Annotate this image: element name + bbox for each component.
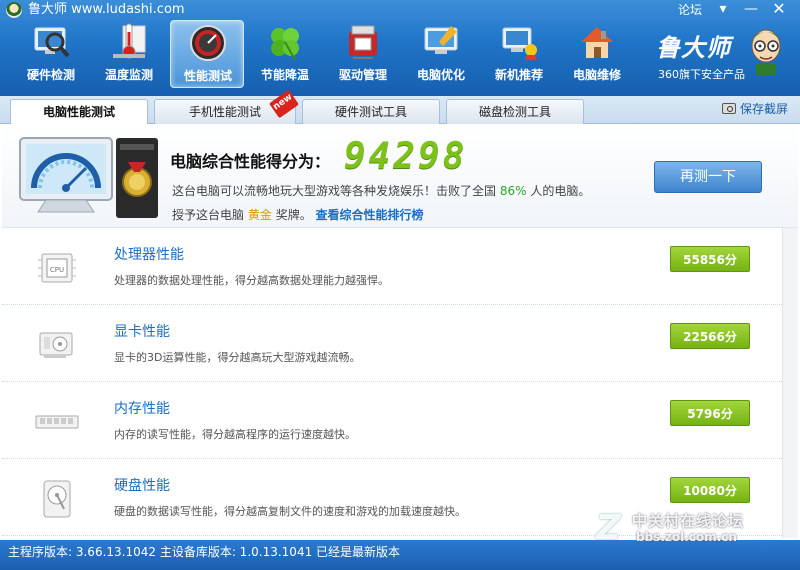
medal-text: 黄金 — [247, 208, 272, 222]
tool-label: 电脑维修 — [572, 68, 621, 82]
tool-new-pc-recommend[interactable]: 新机推荐 — [482, 20, 556, 88]
toolbar-area: 鲁大师 www.ludashi.com 论坛 ▾ — ✕ 硬件检测 温度监测 性… — [0, 0, 800, 96]
watermark-url: bbs.zol.com.cn — [636, 530, 737, 544]
beat-percent: 86% — [499, 184, 527, 198]
hard-disk-icon — [43, 480, 71, 518]
tool-pc-repair[interactable]: 电脑维修 — [560, 20, 634, 88]
tab-disk-tools[interactable]: 磁盘检测工具 — [446, 99, 584, 124]
computer-gauge-icon — [19, 137, 158, 218]
version-status: 主程序版本: 3.66.13.1042 主设备库版本: 1.0.13.1041 … — [8, 545, 401, 559]
memory-icon — [35, 415, 79, 429]
row-description: 显卡的3D运算性能，得分越高玩大型游戏越流畅。 — [114, 351, 361, 364]
clover-icon — [271, 28, 299, 61]
row-description: 硬盘的数据读写性能，得分越高复制文件的速度和游戏的加载速度越快。 — [114, 505, 466, 518]
tool-label: 新机推荐 — [494, 68, 543, 82]
row-description: 处理器的数据处理性能，得分越高数据处理能力越强悍。 — [114, 274, 389, 287]
tab-strip: 电脑性能测试 手机性能测试 硬件测试工具 磁盘检测工具 — [0, 96, 800, 125]
watermark: Z 中关村在线论坛 bbs.zol.com.cn — [596, 506, 796, 548]
tool-label: 性能测试 — [183, 69, 232, 83]
menu-dropdown-button[interactable]: ▾ — [712, 0, 734, 20]
mascot-icon — [751, 29, 781, 76]
ranking-link[interactable]: 查看综合性能排行榜 — [316, 208, 424, 222]
row-title[interactable]: 硬盘性能 — [114, 475, 170, 495]
repair-house-icon — [581, 27, 613, 58]
minimize-button[interactable]: — — [740, 0, 762, 20]
list-item: 内存性能 内存的读写性能，得分越高程序的运行速度越快。 5796分 — [2, 382, 782, 459]
scrollbar[interactable] — [782, 228, 798, 538]
tool-label: 电脑优化 — [416, 68, 465, 82]
tool-performance-test[interactable]: 性能测试 — [170, 20, 244, 88]
tool-energy-saving[interactable]: 节能降温 — [248, 20, 322, 88]
score-label: 电脑综合性能得分为： — [170, 152, 331, 171]
row-score: 22566分 — [670, 323, 750, 349]
cpu-icon: CPU — [38, 253, 76, 283]
brand-subtitle: 360旗下安全产品 — [658, 68, 745, 81]
optimize-monitor-icon — [424, 26, 458, 54]
title-bar: 鲁大师 www.ludashi.com 论坛 ▾ — ✕ — [0, 0, 800, 20]
tab-pc-performance[interactable]: 电脑性能测试 — [10, 99, 148, 125]
camera-icon — [722, 103, 736, 114]
award-prefix: 授予这台电脑 — [172, 208, 245, 222]
svg-text:CPU: CPU — [50, 266, 64, 274]
row-score: 10080分 — [670, 477, 750, 503]
tool-hardware-scan[interactable]: 硬件检测 — [14, 20, 88, 88]
list-item: CPU 处理器性能 处理器的数据处理性能，得分越高数据处理能力越强悍。 5585… — [2, 228, 782, 305]
save-screenshot-label: 保存截屏 — [740, 102, 789, 116]
row-score: 5796分 — [670, 400, 750, 426]
new-pc-icon — [502, 27, 537, 61]
desc-prefix: 这台电脑可以流畅地玩大型游戏等各种发烧娱乐！击败了全国 — [172, 184, 497, 198]
row-title[interactable]: 处理器性能 — [114, 244, 184, 264]
driver-chip-icon — [349, 25, 377, 59]
list-item: 显卡性能 显卡的3D运算性能，得分越高玩大型游戏越流畅。 22566分 — [2, 305, 782, 382]
watermark-name: 中关村在线论坛 — [632, 512, 745, 530]
forum-link[interactable]: 论坛 — [678, 1, 702, 18]
desc-suffix: 人的电脑。 — [530, 184, 591, 198]
graphics-card-icon — [39, 332, 73, 358]
row-score: 55856分 — [670, 246, 750, 272]
app-logo-icon — [6, 2, 22, 18]
thermometer-icon — [113, 23, 146, 59]
window-title: 鲁大师 www.ludashi.com — [28, 2, 185, 17]
save-screenshot-button[interactable]: 保存截屏 — [722, 100, 788, 117]
tool-label: 驱动管理 — [338, 68, 387, 82]
speedometer-icon — [190, 25, 226, 61]
tool-pc-optimize[interactable]: 电脑优化 — [404, 20, 478, 88]
award-suffix: 奖牌。 — [275, 208, 312, 222]
close-button[interactable]: ✕ — [768, 0, 790, 20]
brand-logo: 鲁大师 360旗下安全产品 — [652, 24, 792, 84]
score-description: 这台电脑可以流畅地玩大型游戏等各种发烧娱乐！击败了全国 86% 人的电脑。 — [172, 182, 590, 199]
retest-button[interactable]: 再测一下 — [654, 161, 762, 193]
tool-label: 温度监测 — [104, 68, 153, 82]
watermark-logo: Z — [596, 508, 621, 548]
tool-label: 硬件检测 — [26, 68, 75, 82]
hardware-scan-icon — [34, 27, 70, 58]
tab-hardware-tools[interactable]: 硬件测试工具 — [302, 99, 440, 124]
brand-name: 鲁大师 — [656, 34, 731, 62]
row-title[interactable]: 显卡性能 — [114, 321, 170, 341]
row-title[interactable]: 内存性能 — [114, 398, 170, 418]
score-summary: 电脑综合性能得分为： 94298 这台电脑可以流畅地玩大型游戏等各种发烧娱乐！击… — [2, 124, 798, 228]
row-description: 内存的读写性能，得分越高程序的运行速度越快。 — [114, 428, 356, 441]
award-line: 授予这台电脑 黄金 奖牌。 查看综合性能排行榜 — [172, 206, 424, 223]
score-value: 94298 — [344, 136, 468, 177]
tool-driver-management[interactable]: 驱动管理 — [326, 20, 400, 88]
tool-label: 节能降温 — [260, 68, 309, 82]
tool-temperature[interactable]: 温度监测 — [92, 20, 166, 88]
